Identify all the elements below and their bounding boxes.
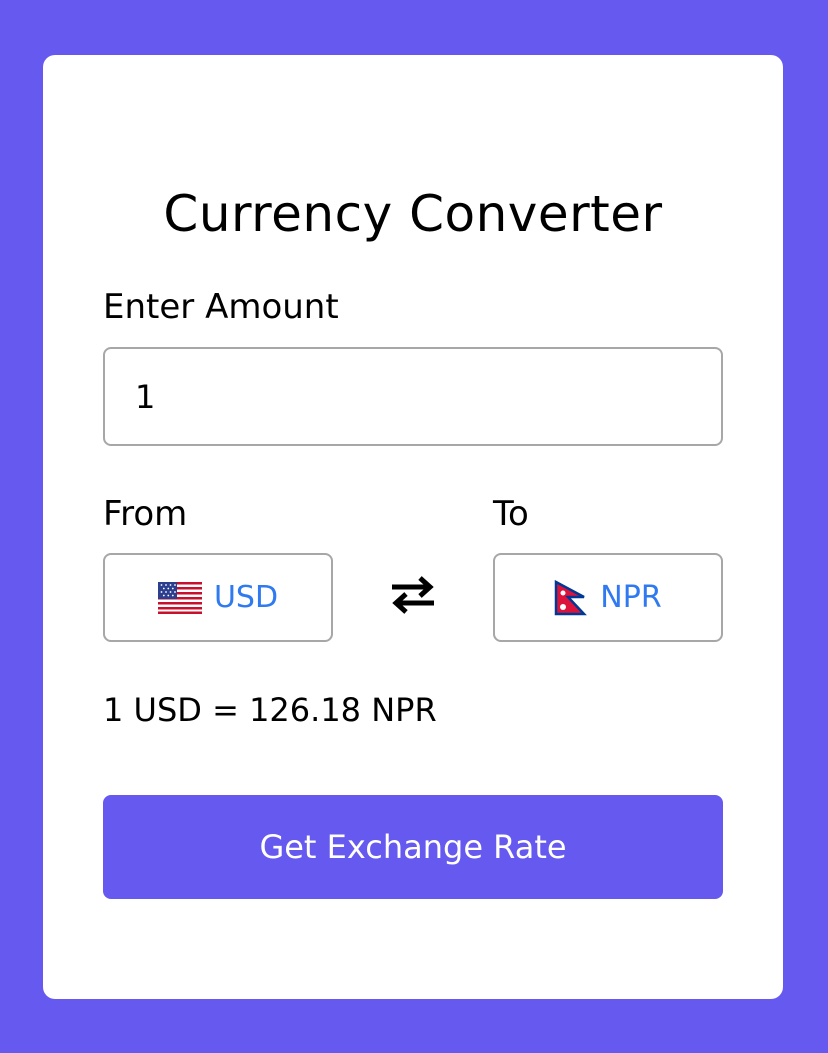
amount-input[interactable]: [103, 347, 723, 446]
amount-label: Enter Amount: [103, 287, 339, 327]
swap-arrows-icon[interactable]: [388, 573, 438, 617]
get-exchange-rate-button[interactable]: Get Exchange Rate: [103, 795, 723, 899]
from-currency-select[interactable]: USD: [103, 553, 333, 642]
converter-card: Currency Converter Enter Amount From: [43, 55, 783, 999]
nepal-flag-icon: [554, 579, 588, 616]
to-currency-code: NPR: [600, 579, 662, 615]
us-flag-icon: [157, 581, 202, 614]
from-label: From: [103, 494, 188, 534]
to-label: To: [493, 494, 529, 534]
exchange-rate-text: 1 USD = 126.18 NPR: [103, 691, 437, 729]
page-title: Currency Converter: [163, 185, 663, 243]
from-currency-code: USD: [213, 579, 279, 615]
to-currency-select[interactable]: NPR: [493, 553, 723, 642]
